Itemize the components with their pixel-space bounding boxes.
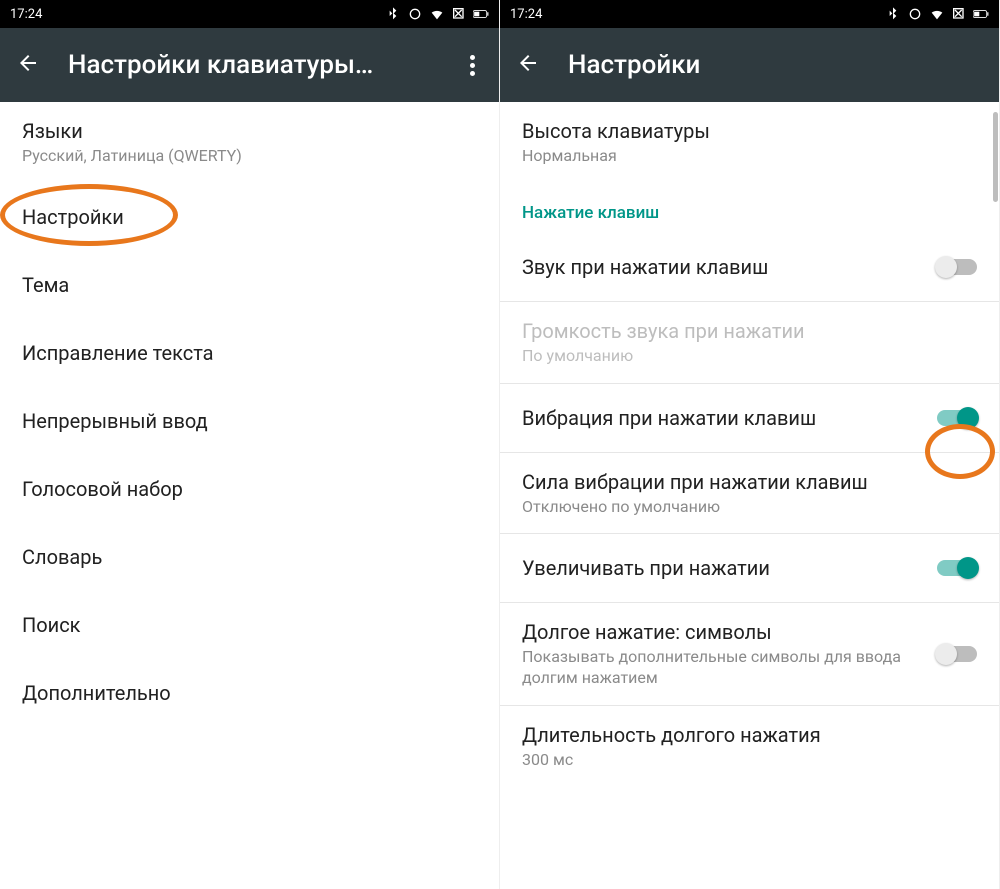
- toggle-switch[interactable]: [937, 646, 977, 662]
- dot-icon: [470, 71, 475, 76]
- appbar-title: Настройки клавиатуры…: [68, 50, 462, 80]
- no-sim-icon: [451, 6, 467, 22]
- appbar-title: Настройки: [568, 50, 983, 80]
- toggle-switch[interactable]: [937, 560, 977, 576]
- switch-thumb: [935, 643, 957, 665]
- switch-thumb: [957, 557, 979, 579]
- item-title: Непрерывный ввод: [22, 408, 477, 434]
- list-item[interactable]: Словарь: [0, 523, 499, 591]
- item-subtitle: По умолчанию: [522, 346, 977, 367]
- item-subtitle: Отключено по умолчанию: [522, 497, 977, 518]
- battery-icon: [473, 6, 489, 22]
- list-item[interactable]: Высота клавиатурыНормальная: [500, 102, 999, 183]
- back-button[interactable]: [516, 51, 540, 79]
- arrow-back-icon: [16, 51, 40, 75]
- status-icons: [885, 6, 989, 22]
- right-screen: 17:24 Настройки Высота клавиатурыНормаль…: [500, 0, 1000, 889]
- back-button[interactable]: [16, 51, 40, 79]
- right-content[interactable]: Высота клавиатурыНормальнаяНажатие клави…: [500, 102, 999, 889]
- switch-thumb: [935, 256, 957, 278]
- status-bar: 17:24: [0, 0, 499, 28]
- toggle-switch[interactable]: [937, 259, 977, 275]
- list-item[interactable]: Непрерывный ввод: [0, 387, 499, 455]
- list-item[interactable]: Тема: [0, 251, 499, 319]
- item-title: Громкость звука при нажатии: [522, 318, 977, 344]
- overflow-menu-button[interactable]: [462, 44, 483, 87]
- switch-row[interactable]: Звук при нажатии клавиш: [500, 233, 999, 301]
- item-title: Настройки: [22, 204, 477, 230]
- alarm-icon: [407, 6, 423, 22]
- status-bar: 17:24: [500, 0, 999, 28]
- list-item[interactable]: Голосовой набор: [0, 455, 499, 523]
- arrow-back-icon: [516, 51, 540, 75]
- left-screen: 17:24 Настройки клавиатуры… ЯзыкиРусский…: [0, 0, 500, 889]
- list-item[interactable]: Дополнительно: [0, 659, 499, 727]
- item-title: Вибрация при нажатии клавиш: [522, 405, 925, 431]
- wifi-icon: [929, 6, 945, 22]
- list-item: Громкость звука при нажатииПо умолчанию: [500, 302, 999, 383]
- no-sim-icon: [951, 6, 967, 22]
- switch-row[interactable]: Долгое нажатие: символыПоказывать дополн…: [500, 603, 999, 705]
- list-item[interactable]: Исправление текста: [0, 319, 499, 387]
- list-item[interactable]: Поиск: [0, 591, 499, 659]
- left-content[interactable]: ЯзыкиРусский, Латиница (QWERTY) Настройки…: [0, 102, 499, 889]
- item-title: Тема: [22, 272, 477, 298]
- bluetooth-icon: [885, 6, 901, 22]
- item-title: Увеличивать при нажатии: [522, 555, 925, 581]
- item-title: Звук при нажатии клавиш: [522, 254, 925, 280]
- item-subtitle: 300 мс: [522, 750, 977, 771]
- item-title: Дополнительно: [22, 680, 477, 706]
- switch-row[interactable]: Вибрация при нажатии клавиш: [500, 384, 999, 452]
- list-item[interactable]: Сила вибрации при нажатии клавишОтключен…: [500, 453, 999, 534]
- item-subtitle: Показывать дополнительные символы для вв…: [522, 647, 925, 689]
- battery-icon: [973, 6, 989, 22]
- app-bar: Настройки клавиатуры…: [0, 28, 499, 102]
- item-title: Длительность долгого нажатия: [522, 722, 977, 748]
- list-item[interactable]: Длительность долгого нажатия300 мс: [500, 706, 999, 787]
- item-title: Языки: [22, 118, 477, 144]
- item-subtitle: Русский, Латиница (QWERTY): [22, 146, 477, 167]
- app-bar: Настройки: [500, 28, 999, 102]
- item-title: Словарь: [22, 544, 477, 570]
- item-title: Высота клавиатуры: [522, 118, 977, 144]
- item-title: Поиск: [22, 612, 477, 638]
- item-title: Долгое нажатие: символы: [522, 619, 925, 645]
- item-subtitle: Нормальная: [522, 146, 977, 167]
- item-title: Голосовой набор: [22, 476, 477, 502]
- status-time: 17:24: [10, 7, 42, 22]
- status-icons: [385, 6, 489, 22]
- dot-icon: [470, 55, 475, 60]
- status-time: 17:24: [510, 7, 542, 22]
- item-title: Исправление текста: [22, 340, 477, 366]
- switch-thumb: [957, 407, 979, 429]
- dot-icon: [470, 63, 475, 68]
- wifi-icon: [429, 6, 445, 22]
- toggle-switch[interactable]: [937, 410, 977, 426]
- alarm-icon: [907, 6, 923, 22]
- list-item[interactable]: Настройки: [0, 183, 499, 251]
- list-item[interactable]: ЯзыкиРусский, Латиница (QWERTY): [0, 102, 499, 183]
- switch-row[interactable]: Увеличивать при нажатии: [500, 534, 999, 602]
- scrollbar-thumb[interactable]: [993, 112, 998, 202]
- bluetooth-icon: [385, 6, 401, 22]
- item-title: Сила вибрации при нажатии клавиш: [522, 469, 977, 495]
- section-header: Нажатие клавиш: [500, 183, 999, 233]
